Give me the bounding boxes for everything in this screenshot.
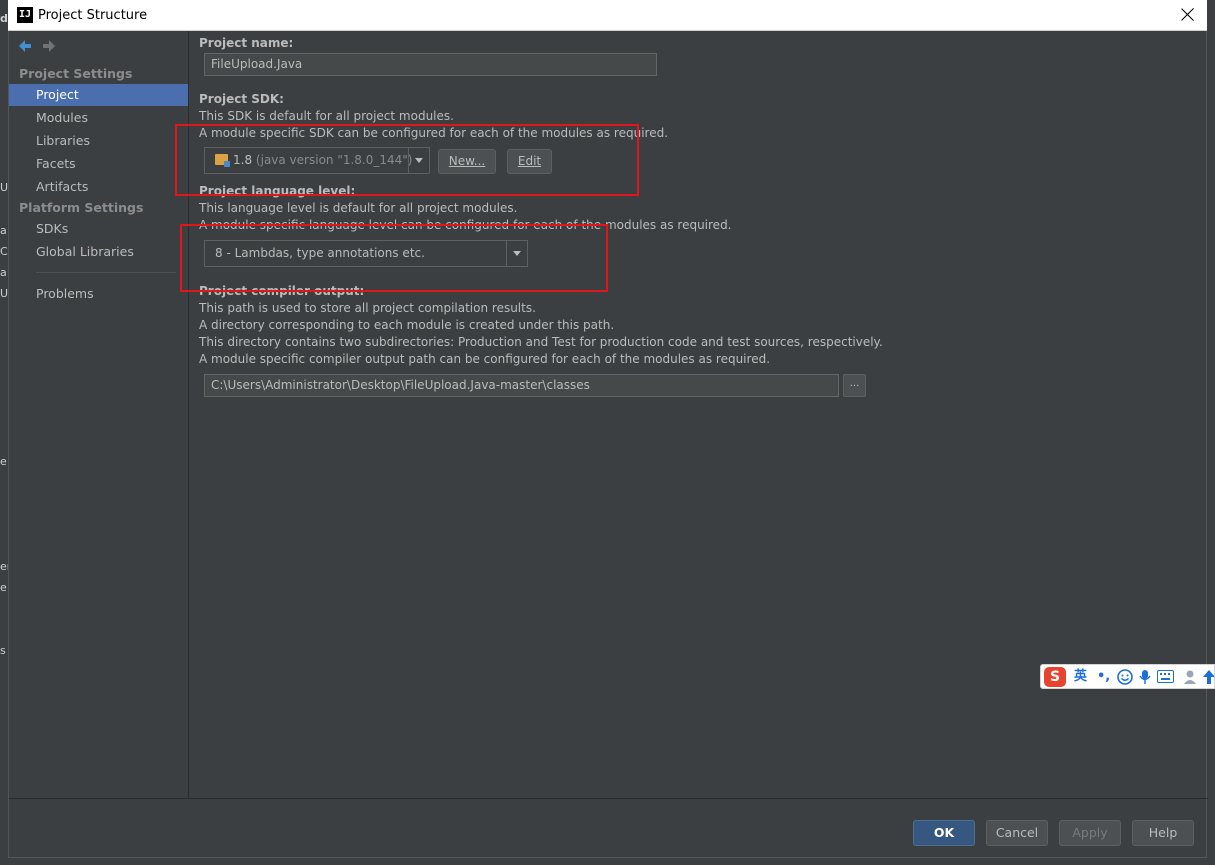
cancel-button[interactable]: Cancel [986, 820, 1048, 846]
ide-text-fragment: e [0, 581, 7, 594]
keyboard-icon[interactable] [1157, 670, 1174, 686]
browse-button[interactable]: ... [843, 374, 866, 397]
ide-text-fragment: s [0, 644, 6, 657]
ide-text-fragment: a [0, 224, 7, 237]
project-structure-dialog: Project Settings Project Modules Librari… [8, 31, 1208, 858]
ide-text-fragment: U [0, 181, 8, 194]
sidebar-item-problems[interactable]: Problems [9, 283, 188, 305]
platform-settings-heading: Platform Settings [19, 200, 144, 215]
skin-icon[interactable] [1202, 669, 1215, 688]
sidebar-divider [36, 272, 176, 273]
ime-toolbar[interactable]: S 英 •, [1040, 664, 1215, 689]
sogou-logo-icon[interactable]: S [1044, 667, 1066, 687]
compiler-output-desc-2: A directory corresponding to each module… [199, 318, 615, 332]
dialog-titlebar[interactable]: IJ Project Structure [8, 0, 1207, 31]
project-name-field[interactable]: FileUpload.Java [204, 53, 657, 76]
sidebar-item-modules[interactable]: Modules [9, 107, 188, 129]
ide-text-fragment: d [0, 12, 8, 25]
navigation-arrows [17, 38, 65, 54]
ok-button[interactable]: OK [913, 820, 975, 846]
compiler-output-desc-1: This path is used to store all project c… [199, 301, 536, 315]
project-name-label: Project name: [199, 36, 294, 50]
sidebar-item-project[interactable]: Project [9, 84, 188, 106]
microphone-icon[interactable] [1139, 669, 1151, 688]
footer-divider [9, 798, 1208, 799]
ide-text-fragment: C [0, 245, 8, 258]
ide-text-fragment: U [0, 287, 8, 300]
ide-text-fragment: e [0, 455, 7, 468]
background-ide-bottom [0, 858, 1215, 865]
forward-arrow-icon[interactable] [41, 38, 57, 54]
project-sdk-label: Project SDK: [199, 92, 284, 106]
annotation-box-language-level [180, 224, 608, 292]
emoji-icon[interactable] [1117, 669, 1133, 688]
settings-sidebar: Project Settings Project Modules Librari… [9, 31, 189, 798]
compiler-output-path-field[interactable]: C:\Users\Administrator\Desktop\FileUploa… [204, 374, 839, 397]
compiler-output-desc-4: A module specific compiler output path c… [199, 352, 771, 366]
project-settings-heading: Project Settings [19, 66, 133, 81]
language-level-desc-1: This language level is default for all p… [199, 201, 518, 215]
ime-mode-toggle[interactable]: 英 [1074, 668, 1087, 686]
ide-text-fragment: er [0, 560, 8, 573]
back-arrow-icon[interactable] [17, 38, 33, 54]
sidebar-item-sdks[interactable]: SDKs [9, 218, 188, 240]
apply-button[interactable]: Apply [1059, 820, 1121, 846]
user-icon[interactable] [1183, 669, 1197, 688]
annotation-box-sdk [175, 124, 639, 196]
ide-text-fragment: a [0, 266, 7, 279]
close-icon[interactable] [1177, 4, 1199, 26]
sidebar-item-libraries[interactable]: Libraries [9, 130, 188, 152]
intellij-app-icon: IJ [17, 7, 33, 23]
project-sdk-desc-1: This SDK is default for all project modu… [199, 109, 454, 123]
help-button[interactable]: Help [1132, 820, 1194, 846]
ime-punctuation-toggle[interactable]: •, [1097, 668, 1110, 686]
sidebar-item-global-libraries[interactable]: Global Libraries [9, 241, 188, 263]
sidebar-item-facets[interactable]: Facets [9, 153, 188, 175]
sidebar-item-artifacts[interactable]: Artifacts [9, 176, 188, 198]
compiler-output-desc-3: This directory contains two subdirectori… [199, 335, 883, 349]
dialog-title: Project Structure [38, 8, 148, 23]
